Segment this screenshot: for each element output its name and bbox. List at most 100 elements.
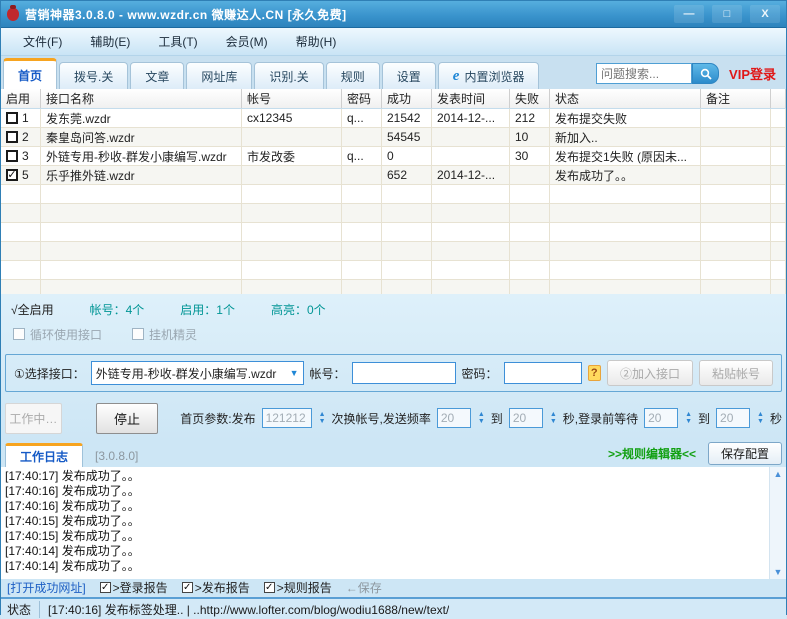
wait-from-stepper[interactable]: ▲ ▼ [685,411,692,425]
paste-account-button[interactable]: 粘贴帐号 [698,360,773,386]
stepper-up-icon[interactable]: ▲ [757,411,764,418]
scroll-down-icon[interactable]: ▼ [774,567,783,577]
window-title: 营销神器3.0.8.0 - www.wzdr.cn 微赚达人.CN [永久免费] [25,7,347,22]
row-time: 2014-12-... [432,109,510,128]
row-status: 发布提交1失败 (原因未... [550,147,701,166]
stop-button[interactable]: 停止 [95,402,159,434]
table-empty-row [1,242,786,261]
freq-from-input[interactable] [436,408,471,428]
col-password[interactable]: 密码 [342,89,382,108]
tab-dialup[interactable]: 拨号.关 [59,62,129,89]
open-success-urls-link[interactable]: [打开成功网址] [7,579,86,596]
row-account: 市发改委 [242,147,342,166]
menu-file[interactable]: 文件(F) [9,29,76,54]
publish-count-stepper[interactable]: ▲ ▼ [319,411,326,425]
help-icon[interactable]: ? [587,365,601,381]
loop-interface-option[interactable]: 循环使用接口 [13,326,102,343]
stepper-up-icon[interactable]: ▲ [478,411,485,418]
hangup-checkbox[interactable] [132,328,145,340]
search-button[interactable] [692,63,720,84]
loop-interface-label: 循环使用接口 [30,327,103,342]
vip-login-link[interactable]: VIP登录 [729,64,776,83]
minimize-button[interactable]: — [674,5,704,23]
col-status[interactable]: 状态 [550,89,701,108]
password-input[interactable] [503,362,582,384]
table-row[interactable]: 1 发东莞.wzdr cx12345 q... 21542 2014-12-..… [1,109,786,128]
stepper-down-icon[interactable]: ▼ [550,418,557,425]
close-button[interactable]: X [750,5,780,23]
row-enable-cell: 2 [1,128,41,147]
login-report-option[interactable]: ✓ >登录报告 [99,579,168,596]
stepper-up-icon[interactable]: ▲ [685,411,692,418]
rule-editor-link[interactable]: >>规则编辑器<< [608,445,696,462]
col-note[interactable]: 备注 [701,89,771,108]
rule-report-checkbox[interactable]: ✓ [263,581,275,593]
publish-report-option[interactable]: ✓ >发布报告 [181,579,250,596]
save-config-button[interactable]: 保存配置 [707,442,782,465]
hangup-option[interactable]: 挂机精灵 [132,326,197,343]
table-row[interactable]: 3 外链专用-秒收-群发小康编写.wzdr 市发改委 q... 0 30 发布提… [1,147,786,166]
row-checkbox[interactable] [6,112,18,124]
menu-member[interactable]: 会员(M) [212,29,282,54]
col-enable[interactable]: 启用 [1,89,41,108]
homepage-param-label: 首页参数:发布 [180,411,256,426]
scroll-up-icon[interactable]: ▲ [774,469,783,479]
stepper-down-icon[interactable]: ▼ [757,418,764,425]
log-scrollbar[interactable]: ▲ ▼ [769,467,786,579]
search-box [596,63,720,84]
row-checkbox[interactable] [6,131,18,143]
menu-help[interactable]: 帮助(H) [282,29,351,54]
tab-settings[interactable]: 设置 [381,62,436,89]
maximize-button[interactable]: □ [712,5,742,23]
wait-to-stepper[interactable]: ▲ ▼ [757,411,764,425]
accounts-count: 帐号：4个 [89,302,145,317]
col-time[interactable]: 发表时间 [432,89,510,108]
tab-home[interactable]: 首页 [3,58,58,89]
tab-home-label: 首页 [18,68,43,83]
col-success[interactable]: 成功 [382,89,432,108]
tabbar-right: VIP登录 [596,63,784,89]
middle-panel: √全启用 帐号：4个 启用：1个 高亮：0个 循环使用接口 挂机精灵 ①选择接口… [1,294,786,441]
stepper-down-icon[interactable]: ▼ [685,418,692,425]
tab-rules[interactable]: 规则 [325,62,380,89]
tab-recognition[interactable]: 识别.关 [254,62,324,89]
search-input[interactable] [596,63,693,84]
tab-browser[interactable]: e 内置浏览器 [437,62,540,89]
menu-tools[interactable]: 工具(T) [144,29,211,54]
account-input[interactable] [351,362,456,384]
freq-to-input[interactable] [508,408,543,428]
tab-url-library[interactable]: 网址库 [186,62,253,89]
select-all-toggle[interactable]: √全启用 [11,301,54,318]
interface-select[interactable]: 外链专用-秒收-群发小康编写.wzdr ▼ [90,361,304,385]
menu-assist[interactable]: 辅助(E) [76,29,144,54]
working-button[interactable]: 工作中… [5,402,62,434]
stepper-down-icon[interactable]: ▼ [478,418,485,425]
login-report-checkbox[interactable]: ✓ [99,581,111,593]
stepper-up-icon[interactable]: ▲ [319,411,326,418]
table-empty-row [1,204,786,223]
publish-report-checkbox[interactable]: ✓ [181,581,193,593]
tab-work-log[interactable]: 工作日志 [5,443,84,467]
log-tabbar-right: >>规则编辑器<< 保存配置 [608,442,782,467]
add-interface-button[interactable]: ②加入接口 [606,360,693,386]
freq-from-stepper[interactable]: ▲ ▼ [478,411,485,425]
row-enable-cell: 3 [1,147,41,166]
row-checkbox[interactable] [6,150,18,162]
table-row[interactable]: 2 秦皇岛问答.wzdr 54545 10 新加入.. [1,128,786,147]
loop-interface-checkbox[interactable] [13,328,25,340]
stepper-down-icon[interactable]: ▼ [319,418,326,425]
col-account[interactable]: 帐号 [242,89,342,108]
rule-report-option[interactable]: ✓ >规则报告 [263,579,332,596]
row-checkbox[interactable]: ✓ [6,169,18,181]
table-row[interactable]: ✓ 5 乐乎推外链.wzdr 652 2014-12-... 发布成功了。。 [1,166,786,185]
stepper-up-icon[interactable]: ▲ [550,411,557,418]
freq-to-stepper[interactable]: ▲ ▼ [550,411,557,425]
col-name[interactable]: 接口名称 [41,89,242,108]
wait-from-input[interactable] [644,408,679,428]
col-fail[interactable]: 失败 [510,89,550,108]
wait-to-input[interactable] [716,408,751,428]
tab-article[interactable]: 文章 [130,62,185,89]
search-icon [700,68,712,80]
interface-group-box: ①选择接口： 外链专用-秒收-群发小康编写.wzdr ▼ 帐号： 密码： ? ②… [5,354,782,392]
publish-count-input[interactable] [261,408,312,428]
